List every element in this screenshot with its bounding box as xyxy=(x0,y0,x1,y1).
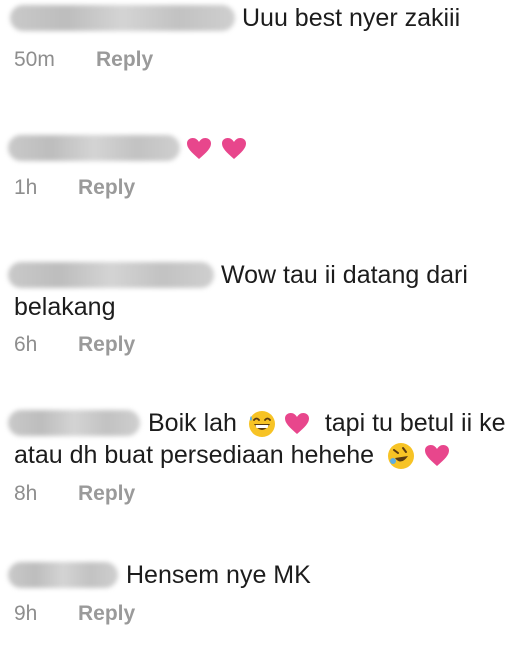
comment-text: Hensem nye MK xyxy=(126,561,311,589)
comment-text: Wow tau ii datang dari xyxy=(221,261,468,289)
comment-meta: 1h Reply xyxy=(14,176,135,200)
comment-time: 6h xyxy=(14,333,38,356)
comment-meta: 8h Reply xyxy=(14,482,135,506)
comment-time: 1h xyxy=(14,176,38,199)
comment-text: Uuu best nyer zakiii xyxy=(242,4,461,32)
comment-text: Boik lah xyxy=(148,409,237,437)
comment-line xyxy=(0,132,517,164)
comment-item: Wow tau ii datang dari belakang xyxy=(0,259,517,323)
heart-icon xyxy=(424,445,449,467)
comment-meta: 6h Reply xyxy=(14,333,135,357)
reply-button[interactable]: Reply xyxy=(78,602,135,626)
comment-item xyxy=(0,132,517,164)
comment-text: belakang xyxy=(14,293,116,321)
comment-line: belakang xyxy=(0,291,517,323)
reply-button[interactable]: Reply xyxy=(78,482,135,506)
comment-text-part: atau dh buat persediaan hehehe xyxy=(14,439,450,471)
comment-item: Hensem nye MK xyxy=(0,559,517,591)
heart-icon xyxy=(187,138,211,160)
comment-item: Uuu best nyer zakiii xyxy=(0,2,517,34)
comment-line: Wow tau ii datang dari xyxy=(0,259,517,291)
rolling-laughing-emoji-icon xyxy=(388,443,414,470)
comment-text: tapi tu betul ii ke xyxy=(324,409,506,437)
comment-time: 50m xyxy=(14,48,55,71)
blurred-username[interactable] xyxy=(8,410,140,436)
blurred-username[interactable] xyxy=(8,135,180,161)
comment-time: 9h xyxy=(14,602,38,625)
comment-meta: 50m Reply xyxy=(14,48,153,72)
grinning-sweat-emoji-icon xyxy=(248,411,275,438)
comment-meta: 9h Reply xyxy=(14,602,135,626)
reply-button[interactable]: Reply xyxy=(78,333,135,357)
blurred-username[interactable] xyxy=(8,562,118,588)
comment-time: 8h xyxy=(14,482,38,505)
reply-button[interactable]: Reply xyxy=(96,48,153,72)
comment-text-part: Boik lah tapi tu betul ii ke xyxy=(148,407,505,439)
heart-icon xyxy=(284,413,309,435)
comment-line: atau dh buat persediaan hehehe xyxy=(0,439,517,471)
comment-line: Boik lah tapi tu betul ii ke xyxy=(0,407,517,439)
heart-icon xyxy=(221,138,246,160)
comment-line: Hensem nye MK xyxy=(0,559,517,591)
blurred-username[interactable] xyxy=(8,262,214,288)
blurred-username[interactable] xyxy=(10,5,235,31)
comment-emojis xyxy=(186,132,247,164)
comment-text: atau dh buat persediaan hehehe xyxy=(14,441,375,469)
reply-button[interactable]: Reply xyxy=(78,176,135,200)
comment-item: Boik lah tapi tu betul ii ke atau dh bua… xyxy=(0,407,517,471)
comment-line: Uuu best nyer zakiii xyxy=(0,2,517,34)
